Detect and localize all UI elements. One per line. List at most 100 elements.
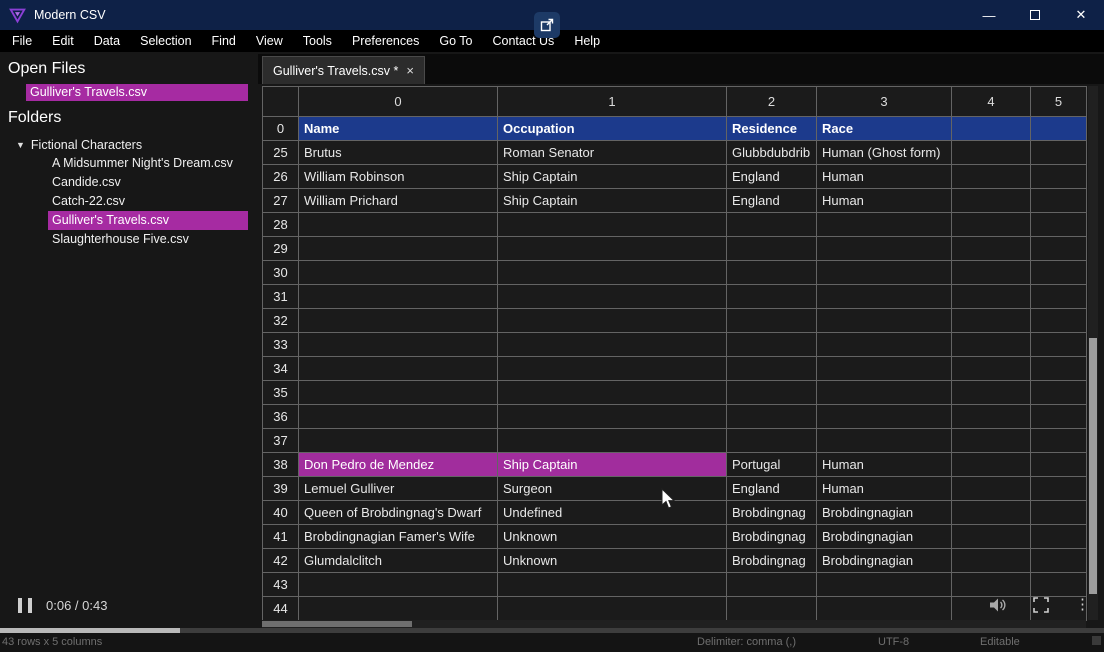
cell[interactable]	[727, 429, 817, 453]
cell[interactable]: Glumdalclitch	[299, 549, 498, 573]
cell[interactable]: Race	[817, 117, 952, 141]
cell[interactable]: Brobdingnagian	[817, 549, 952, 573]
cell[interactable]	[1031, 285, 1087, 309]
column-header[interactable]: 0	[299, 87, 498, 117]
cell[interactable]: Queen of Brobdingnag's Dwarf	[299, 501, 498, 525]
cell[interactable]	[1031, 333, 1087, 357]
cell[interactable]	[498, 381, 727, 405]
row-header[interactable]: 35	[263, 381, 299, 405]
cell[interactable]	[817, 405, 952, 429]
cell[interactable]: England	[727, 189, 817, 213]
menu-item-go-to[interactable]: Go To	[429, 30, 482, 52]
cell[interactable]	[817, 597, 952, 621]
volume-icon[interactable]	[989, 597, 1007, 613]
pause-button[interactable]	[18, 598, 32, 613]
tree-file-item[interactable]: Candide.csv	[0, 173, 258, 192]
cell[interactable]	[498, 357, 727, 381]
cell[interactable]: Unknown	[498, 549, 727, 573]
row-header[interactable]: 33	[263, 333, 299, 357]
cell[interactable]	[817, 381, 952, 405]
menu-item-preferences[interactable]: Preferences	[342, 30, 429, 52]
cell[interactable]	[952, 261, 1031, 285]
horizontal-scrollbar[interactable]	[262, 620, 1086, 628]
cell[interactable]	[498, 237, 727, 261]
cell[interactable]	[952, 141, 1031, 165]
cell[interactable]	[1031, 453, 1087, 477]
more-options-icon[interactable]: ⋮	[1075, 597, 1090, 613]
cell[interactable]	[498, 261, 727, 285]
row-header[interactable]: 37	[263, 429, 299, 453]
cell[interactable]: Surgeon	[498, 477, 727, 501]
fullscreen-icon[interactable]	[1033, 597, 1049, 613]
tab-close-icon[interactable]: ×	[406, 63, 414, 78]
cell[interactable]	[299, 285, 498, 309]
cell[interactable]	[1031, 573, 1087, 597]
cell[interactable]	[299, 237, 498, 261]
cell[interactable]	[952, 549, 1031, 573]
cell[interactable]: Ship Captain	[498, 165, 727, 189]
folder-root[interactable]: ▼ Fictional Characters	[0, 135, 258, 154]
tree-file-item[interactable]: Slaughterhouse Five.csv	[0, 230, 258, 249]
cell[interactable]	[498, 285, 727, 309]
cell[interactable]	[817, 357, 952, 381]
column-header[interactable]: 2	[727, 87, 817, 117]
row-header[interactable]: 25	[263, 141, 299, 165]
cell[interactable]	[1031, 165, 1087, 189]
row-header[interactable]: 40	[263, 501, 299, 525]
cell[interactable]	[952, 381, 1031, 405]
cell[interactable]: Brobdingnagian	[817, 525, 952, 549]
row-header[interactable]: 44	[263, 597, 299, 621]
cell[interactable]	[1031, 309, 1087, 333]
cell[interactable]	[952, 525, 1031, 549]
cell[interactable]	[952, 453, 1031, 477]
cell[interactable]: Occupation	[498, 117, 727, 141]
cell[interactable]	[952, 573, 1031, 597]
cell[interactable]: Undefined	[498, 501, 727, 525]
vertical-scrollbar[interactable]	[1088, 86, 1098, 620]
cell[interactable]	[727, 381, 817, 405]
cell[interactable]	[727, 285, 817, 309]
cell[interactable]	[1031, 213, 1087, 237]
cell[interactable]	[817, 261, 952, 285]
column-header[interactable]: 4	[952, 87, 1031, 117]
cell[interactable]	[727, 405, 817, 429]
vertical-scrollbar-thumb[interactable]	[1089, 338, 1097, 594]
row-header[interactable]: 27	[263, 189, 299, 213]
menu-item-selection[interactable]: Selection	[130, 30, 201, 52]
menu-item-data[interactable]: Data	[84, 30, 130, 52]
column-header[interactable]: 5	[1031, 87, 1087, 117]
close-button[interactable]: ✕	[1058, 0, 1104, 30]
cell[interactable]	[952, 213, 1031, 237]
cell[interactable]: Residence	[727, 117, 817, 141]
cell[interactable]	[727, 237, 817, 261]
cell[interactable]	[1031, 381, 1087, 405]
cell[interactable]	[952, 477, 1031, 501]
cell[interactable]	[498, 213, 727, 237]
cell[interactable]	[1031, 405, 1087, 429]
tab-gullivers-travels[interactable]: Gulliver's Travels.csv * ×	[262, 56, 425, 84]
tree-file-item[interactable]: A Midsummer Night's Dream.csv	[0, 154, 258, 173]
cell[interactable]	[727, 333, 817, 357]
cell[interactable]	[952, 333, 1031, 357]
cell[interactable]	[952, 189, 1031, 213]
cell[interactable]: William Prichard	[299, 189, 498, 213]
cell[interactable]	[299, 357, 498, 381]
cell[interactable]	[1031, 357, 1087, 381]
column-header[interactable]: 3	[817, 87, 952, 117]
cell[interactable]: Ship Captain	[498, 189, 727, 213]
cell[interactable]: Portugal	[727, 453, 817, 477]
cell[interactable]	[817, 285, 952, 309]
cell[interactable]	[1031, 429, 1087, 453]
cell[interactable]	[952, 429, 1031, 453]
cell[interactable]	[498, 309, 727, 333]
tree-file-item[interactable]: Catch-22.csv	[0, 192, 258, 211]
row-header[interactable]: 38	[263, 453, 299, 477]
row-header[interactable]: 31	[263, 285, 299, 309]
tree-file-item[interactable]: Gulliver's Travels.csv	[48, 211, 248, 230]
cell[interactable]	[1031, 117, 1087, 141]
cell[interactable]	[1031, 525, 1087, 549]
cell[interactable]	[952, 405, 1031, 429]
cell[interactable]	[299, 309, 498, 333]
cell[interactable]	[1031, 501, 1087, 525]
open-file-item[interactable]: Gulliver's Travels.csv	[26, 84, 248, 101]
